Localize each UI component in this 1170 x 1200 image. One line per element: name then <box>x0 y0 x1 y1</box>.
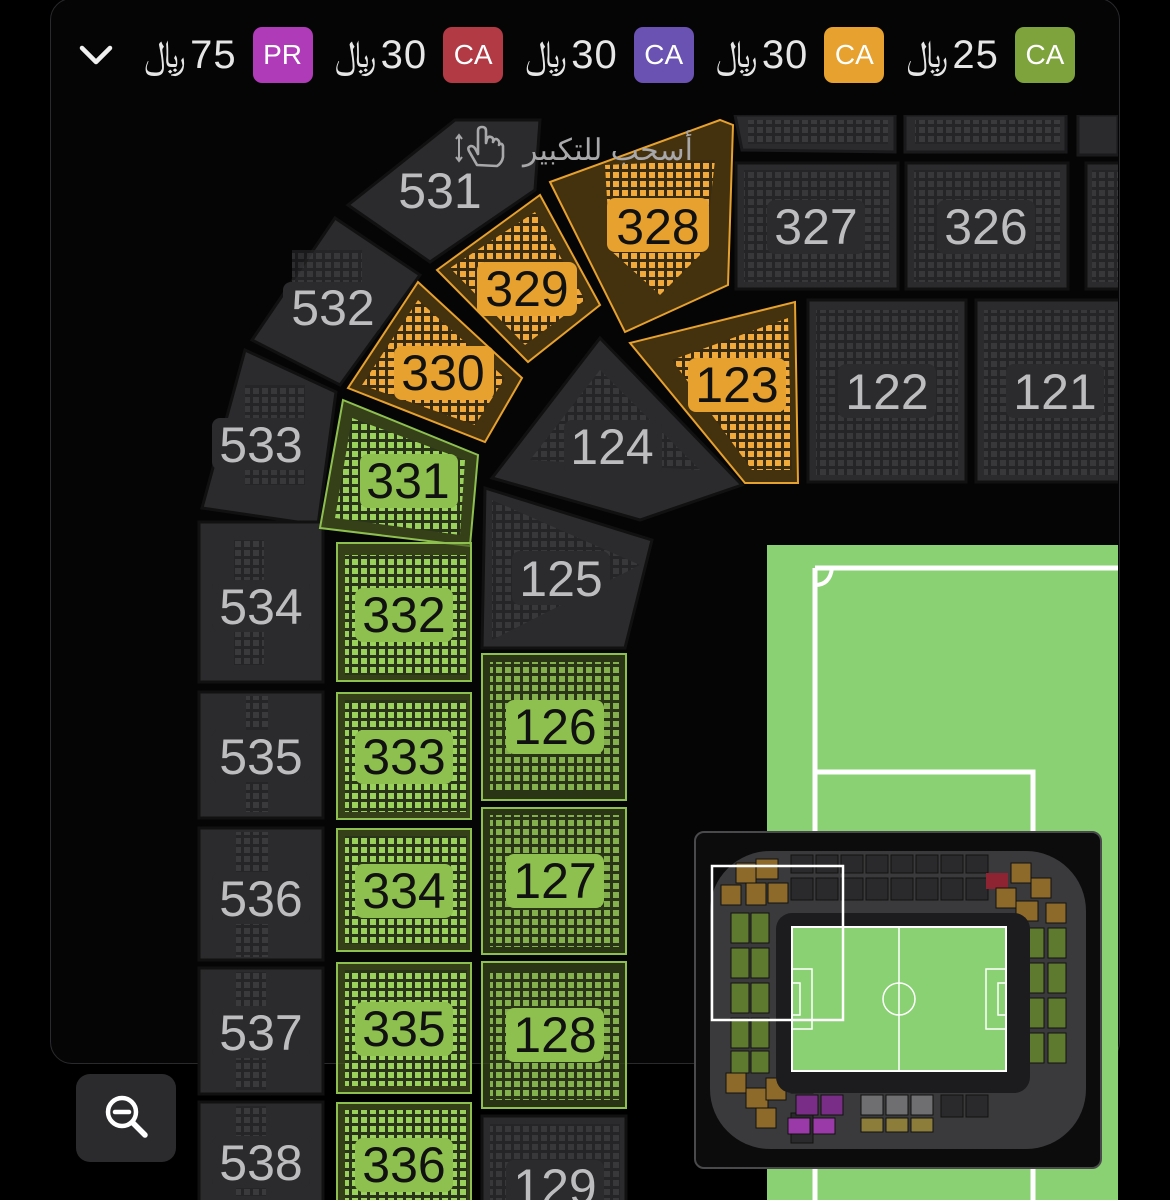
svg-text:532: 532 <box>291 280 374 336</box>
svg-text:533: 533 <box>219 417 302 473</box>
minimap-drawing <box>710 851 1086 1149</box>
svg-text:121: 121 <box>1013 364 1096 420</box>
section-538[interactable]: 538 <box>197 1100 325 1200</box>
category-badge: CA <box>824 27 885 83</box>
svg-text:333: 333 <box>362 729 445 785</box>
hint-text: أسحب للتكبير <box>523 133 693 167</box>
section-127[interactable]: 127 <box>481 807 627 955</box>
svg-text:336: 336 <box>362 1137 445 1193</box>
section-122[interactable]: 122 <box>806 298 968 484</box>
section-332[interactable]: 332 <box>336 542 472 682</box>
svg-text:125: 125 <box>519 551 602 607</box>
zoom-out-button[interactable] <box>76 1074 176 1162</box>
svg-text:334: 334 <box>362 863 445 919</box>
category-badge: CA <box>1014 27 1075 83</box>
section-129[interactable]: 129 <box>480 1114 628 1200</box>
category-badge: CA <box>443 27 504 83</box>
svg-text:330: 330 <box>401 345 484 401</box>
section-335[interactable]: 335 <box>336 962 472 1094</box>
legend-item-ca-green[interactable]: ﷼ 25 CA <box>906 27 1075 83</box>
svg-text:129: 129 <box>513 1159 596 1200</box>
svg-text:536: 536 <box>219 871 302 927</box>
section-326[interactable]: 326 <box>904 161 1070 291</box>
section-327[interactable]: 327 <box>734 161 900 291</box>
svg-text:123: 123 <box>695 357 778 413</box>
svg-text:331: 331 <box>366 453 449 509</box>
legend-price: ﷼ 30 <box>715 32 809 77</box>
svg-text:537: 537 <box>219 1005 302 1061</box>
category-badge: PR <box>252 27 313 83</box>
section-535[interactable]: 535 <box>197 690 325 820</box>
legend-price: ﷼ 75 <box>144 32 237 77</box>
svg-text:127: 127 <box>513 853 596 909</box>
section-334[interactable]: 334 <box>336 828 472 952</box>
svg-text:329: 329 <box>485 261 568 317</box>
legend-price: ﷼ 30 <box>525 32 618 77</box>
svg-text:128: 128 <box>513 1007 596 1063</box>
svg-text:327: 327 <box>774 199 857 255</box>
stadium-minimap[interactable] <box>694 831 1102 1169</box>
chevron-down-icon[interactable] <box>70 25 122 85</box>
legend-item-ca-red[interactable]: ﷼ 30 CA <box>335 27 504 83</box>
section-536[interactable]: 536 <box>197 826 325 962</box>
legend-item-ca-gold[interactable]: ﷼ 30 CA <box>716 27 885 83</box>
section-537[interactable]: 537 <box>197 966 325 1096</box>
hand-drag-icon <box>455 121 511 179</box>
section-333[interactable]: 333 <box>336 692 472 820</box>
drag-to-zoom-hint: أسحب للتكبير <box>455 120 693 180</box>
legend-price: ﷼ 25 <box>906 32 999 77</box>
svg-text:535: 535 <box>219 729 302 785</box>
legend-price: ﷼ 30 <box>334 32 428 77</box>
svg-text:335: 335 <box>362 1001 445 1057</box>
svg-text:124: 124 <box>570 419 653 475</box>
section-top-partial <box>1076 115 1118 157</box>
section-533[interactable]: 533 <box>200 347 338 527</box>
legend-item-ca-purple[interactable]: ﷼ 30 CA <box>525 27 694 83</box>
svg-text:538: 538 <box>219 1135 302 1191</box>
svg-text:328: 328 <box>616 199 699 255</box>
section-128[interactable]: 128 <box>481 961 627 1109</box>
category-badge: CA <box>633 27 694 83</box>
section-534[interactable]: 534 <box>197 520 325 684</box>
svg-text:122: 122 <box>845 364 928 420</box>
svg-text:326: 326 <box>944 199 1027 255</box>
legend-item-pr[interactable]: ﷼ 75 PR <box>144 27 313 83</box>
section-336[interactable]: 336 <box>336 1102 472 1200</box>
svg-text:534: 534 <box>219 579 302 635</box>
zoom-out-icon <box>103 1093 149 1144</box>
section-126[interactable]: 126 <box>481 653 627 801</box>
price-legend: ﷼ 75 PR ﷼ 30 CA ﷼ 30 CA ﷼ 30 CA ﷼ 25 CA <box>70 20 1075 90</box>
svg-text:126: 126 <box>513 699 596 755</box>
section-121[interactable]: 121 <box>974 298 1121 484</box>
svg-text:332: 332 <box>362 587 445 643</box>
